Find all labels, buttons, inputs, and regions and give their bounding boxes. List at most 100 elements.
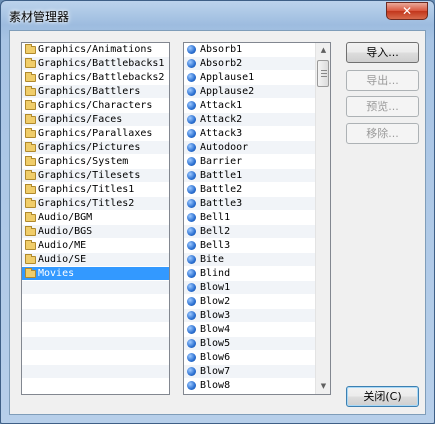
file-label: Blow3	[200, 310, 231, 321]
audio-file-icon	[187, 241, 196, 250]
close-button[interactable]: 关闭(C)	[346, 386, 419, 407]
file-list-item[interactable]: Blind	[184, 267, 330, 281]
folder-list-item[interactable]: Graphics/Animations	[22, 43, 169, 57]
audio-file-icon	[187, 157, 196, 166]
file-label: Blow2	[200, 296, 231, 307]
audio-file-icon	[187, 213, 196, 222]
folder-icon	[25, 114, 36, 124]
file-list-item[interactable]: Blow6	[184, 351, 330, 365]
empty-row	[22, 309, 169, 323]
audio-file-icon	[187, 311, 196, 320]
audio-file-icon	[187, 129, 196, 138]
file-list-item[interactable]: Battle2	[184, 183, 330, 197]
folder-list-item[interactable]: Graphics/Parallaxes	[22, 127, 169, 141]
audio-file-icon	[187, 73, 196, 82]
folder-list-item[interactable]: Graphics/Tilesets	[22, 169, 169, 183]
folder-list[interactable]: Graphics/Animations Graphics/Battlebacks1…	[21, 42, 170, 395]
folder-label: Graphics/Pictures	[38, 142, 141, 153]
file-list-item[interactable]: Blow4	[184, 323, 330, 337]
folder-list-item[interactable]: Audio/BGM	[22, 211, 169, 225]
file-list-item[interactable]: Applause1	[184, 71, 330, 85]
folder-list-item[interactable]: Graphics/Battlers	[22, 85, 169, 99]
preview-button[interactable]: 预览...	[346, 96, 419, 117]
window-close-button[interactable]: ✕	[386, 2, 428, 20]
folder-list-item[interactable]: Graphics/Battlebacks1	[22, 57, 169, 71]
file-list-item[interactable]: Attack3	[184, 127, 330, 141]
folder-label: Audio/ME	[38, 240, 87, 251]
file-list-item[interactable]: Bell3	[184, 239, 330, 253]
file-list-item[interactable]: Blow8	[184, 379, 330, 393]
folder-list-item[interactable]: Graphics/Battlebacks2	[22, 71, 169, 85]
folder-list-item[interactable]: Audio/SE	[22, 253, 169, 267]
file-list-item[interactable]: Battle3	[184, 197, 330, 211]
audio-file-icon	[187, 199, 196, 208]
folder-icon	[25, 58, 36, 68]
file-list-item[interactable]: Attack2	[184, 113, 330, 127]
title-bar[interactable]: 素材管理器 ✕	[1, 1, 434, 29]
folder-label: Graphics/Battlers	[38, 86, 141, 97]
folder-list-item[interactable]: Audio/ME	[22, 239, 169, 253]
import-button[interactable]: 导入...	[346, 42, 419, 63]
file-label: Battle3	[200, 198, 243, 209]
file-list-item[interactable]: Blow1	[184, 281, 330, 295]
file-list[interactable]: Absorb1 Absorb2 Applause1 Applause2 Attack1 A…	[183, 42, 331, 395]
folder-icon	[25, 184, 36, 194]
file-list-item[interactable]: Absorb1	[184, 43, 330, 57]
folder-list-item[interactable]: Graphics/Characters	[22, 99, 169, 113]
folder-list-item[interactable]: Graphics/System	[22, 155, 169, 169]
file-label: Absorb1	[200, 44, 243, 55]
folder-list-item[interactable]: Graphics/Pictures	[22, 141, 169, 155]
folder-list-item[interactable]: Graphics/Titles2	[22, 197, 169, 211]
file-list-item[interactable]: Autodoor	[184, 141, 330, 155]
folder-label: Graphics/Battlebacks2	[38, 72, 165, 83]
file-list-item[interactable]: Bell1	[184, 211, 330, 225]
audio-file-icon	[187, 87, 196, 96]
file-list-item[interactable]: Bite	[184, 253, 330, 267]
folder-label: Movies	[38, 268, 75, 279]
audio-file-icon	[187, 59, 196, 68]
empty-row	[22, 351, 169, 365]
file-list-item[interactable]: Blow2	[184, 295, 330, 309]
folder-list-item[interactable]: Graphics/Faces	[22, 113, 169, 127]
folder-icon	[25, 268, 36, 278]
folder-label: Graphics/Titles1	[38, 184, 135, 195]
file-list-item[interactable]: Blow3	[184, 309, 330, 323]
file-list-item[interactable]: Applause2	[184, 85, 330, 99]
folder-label: Audio/BGS	[38, 226, 93, 237]
audio-file-icon	[187, 171, 196, 180]
folder-icon	[25, 128, 36, 138]
file-list-scrollbar[interactable]: ▲ ▼	[315, 43, 330, 394]
folder-label: Graphics/System	[38, 156, 129, 167]
audio-file-icon	[187, 255, 196, 264]
audio-file-icon	[187, 227, 196, 236]
folder-icon	[25, 156, 36, 166]
audio-file-icon	[187, 283, 196, 292]
folder-icon	[25, 212, 36, 222]
folder-list-item[interactable]: Audio/BGS	[22, 225, 169, 239]
file-list-item[interactable]: Blow5	[184, 337, 330, 351]
file-list-item[interactable]: Absorb2	[184, 57, 330, 71]
audio-file-icon	[187, 45, 196, 54]
asset-manager-window: 素材管理器 ✕ Graphics/Animations Graphics/Batt…	[0, 0, 435, 424]
folder-list-item[interactable]: Movies	[22, 267, 169, 281]
file-label: Bell2	[200, 226, 231, 237]
empty-row	[22, 295, 169, 309]
scroll-down-arrow-icon[interactable]: ▼	[316, 379, 330, 394]
folder-icon	[25, 240, 36, 250]
folder-list-item[interactable]: Graphics/Titles1	[22, 183, 169, 197]
file-list-item[interactable]: Barrier	[184, 155, 330, 169]
file-list-item[interactable]: Blow7	[184, 365, 330, 379]
scroll-thumb[interactable]	[317, 60, 329, 87]
audio-file-icon	[187, 381, 196, 390]
file-label: Bell1	[200, 212, 231, 223]
scroll-up-arrow-icon[interactable]: ▲	[316, 43, 330, 58]
file-label: Bell3	[200, 240, 231, 251]
audio-file-icon	[187, 353, 196, 362]
folder-icon	[25, 142, 36, 152]
file-list-item[interactable]: Battle1	[184, 169, 330, 183]
file-list-item[interactable]: Attack1	[184, 99, 330, 113]
file-label: Blow6	[200, 352, 231, 363]
export-button[interactable]: 导出...	[346, 70, 419, 91]
file-list-item[interactable]: Bell2	[184, 225, 330, 239]
remove-button[interactable]: 移除...	[346, 123, 419, 144]
